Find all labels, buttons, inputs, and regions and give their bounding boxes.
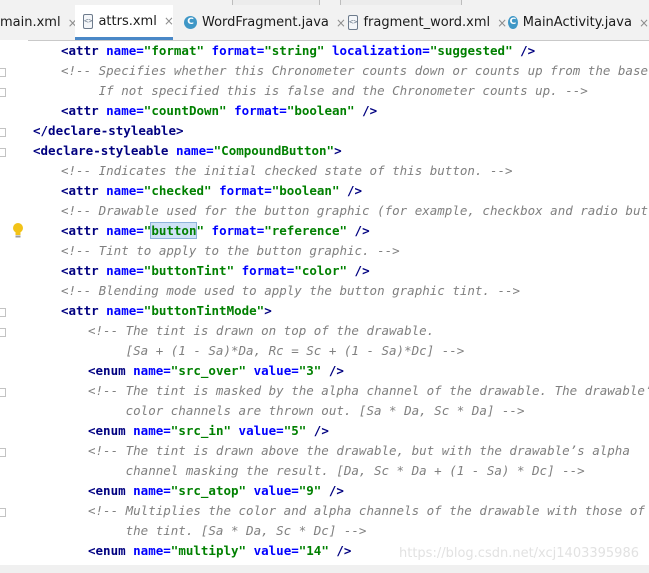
fold-marker-icon[interactable]	[0, 128, 6, 137]
code-line: <!-- The tint is drawn on top of the dra…	[88, 323, 435, 338]
code-line: <!-- Drawable used for the button graphi…	[61, 203, 649, 218]
code-line: <attr name="format" format="string" loca…	[61, 43, 536, 58]
code-line: <attr name="buttonTintMode">	[61, 303, 272, 318]
code-line: <attr name="buttonTint" format="color" /…	[61, 263, 370, 278]
fold-marker-icon[interactable]	[0, 328, 6, 337]
fold-marker-icon[interactable]	[0, 448, 6, 457]
tab-wordfragment-java[interactable]: C WordFragment.java ×	[176, 5, 348, 40]
fold-marker-icon[interactable]	[0, 88, 6, 97]
xml-file-icon: <>	[348, 15, 359, 30]
code-line: <!-- Blending mode used to apply the but…	[61, 283, 521, 298]
code-editor[interactable]: <attr name="format" format="string" loca…	[28, 40, 649, 573]
editor-tab-bar: main.xml × <> attrs.xml × C WordFragment…	[0, 5, 649, 41]
tab-label: fragment_word.xml	[363, 15, 491, 30]
code-line: <!-- The tint is drawn above the drawabl…	[88, 443, 630, 458]
code-line: <!-- Multiplies the color and alpha chan…	[88, 503, 645, 518]
tab-mainactivity-java[interactable]: C MainActivity.java ×	[500, 5, 649, 40]
code-line: <enum name="multiply" value="14" />	[88, 543, 352, 558]
tab-label: attrs.xml	[98, 13, 157, 29]
java-class-icon: C	[508, 16, 518, 29]
xml-file-icon: <>	[83, 13, 94, 29]
code-line: channel masking the result. [Da, Sc * Da…	[88, 463, 585, 478]
fold-marker-icon[interactable]	[0, 388, 6, 397]
tab-label: MainActivity.java	[522, 15, 632, 30]
java-class-icon: C	[184, 16, 197, 29]
code-line: <enum name="src_atop" value="9" />	[88, 483, 344, 498]
code-line: <attr name="countDown" format="boolean" …	[61, 103, 378, 118]
lightbulb-icon[interactable]	[11, 222, 25, 240]
selected-text[interactable]: button	[150, 222, 198, 239]
fold-marker-icon[interactable]	[0, 308, 6, 317]
code-line: </declare-styleable>	[33, 123, 184, 138]
code-line: the tint. [Sa * Da, Sc * Dc] -->	[88, 523, 367, 538]
horizontal-scrollbar[interactable]	[0, 565, 649, 573]
code-line-current: <attr name="button" format="reference" /…	[61, 222, 370, 239]
fold-marker-icon[interactable]	[0, 508, 6, 517]
close-icon[interactable]: ×	[336, 16, 346, 30]
close-icon[interactable]: ×	[639, 16, 649, 30]
code-line: <!-- The tint is masked by the alpha cha…	[88, 383, 649, 398]
watermark: https://blog.csdn.net/xcj1403395986	[399, 546, 639, 561]
code-line: <declare-styleable name="CompoundButton"…	[33, 143, 342, 158]
code-line: <enum name="src_in" value="5" />	[88, 423, 329, 438]
code-line: [Sa + (1 - Sa)*Da, Rc = Sc + (1 - Sa)*Dc…	[88, 343, 465, 358]
code-line: <enum name="src_over" value="3" />	[88, 363, 344, 378]
editor-gutter	[0, 40, 28, 573]
tab-fragment-word-xml[interactable]: <> fragment_word.xml ×	[346, 5, 507, 40]
tab-label: WordFragment.java	[202, 15, 329, 30]
fold-marker-icon[interactable]	[0, 68, 6, 77]
close-icon[interactable]: ×	[164, 14, 174, 28]
code-line: color channels are thrown out. [Sa * Da,…	[88, 403, 525, 418]
code-line: <attr name="checked" format="boolean" />	[61, 183, 363, 198]
tab-label: main.xml	[0, 15, 61, 30]
code-line: <!-- Specifies whether this Chronometer …	[61, 63, 649, 78]
tab-attrs-xml[interactable]: <> attrs.xml ×	[75, 5, 174, 40]
fold-marker-icon[interactable]	[0, 148, 6, 157]
code-line: <!-- Tint to apply to the button graphic…	[61, 243, 400, 258]
code-line: If not specified this is false and the C…	[61, 83, 588, 98]
code-line: <!-- Indicates the initial checked state…	[61, 163, 513, 178]
tab-main-xml[interactable]: main.xml ×	[0, 5, 78, 40]
